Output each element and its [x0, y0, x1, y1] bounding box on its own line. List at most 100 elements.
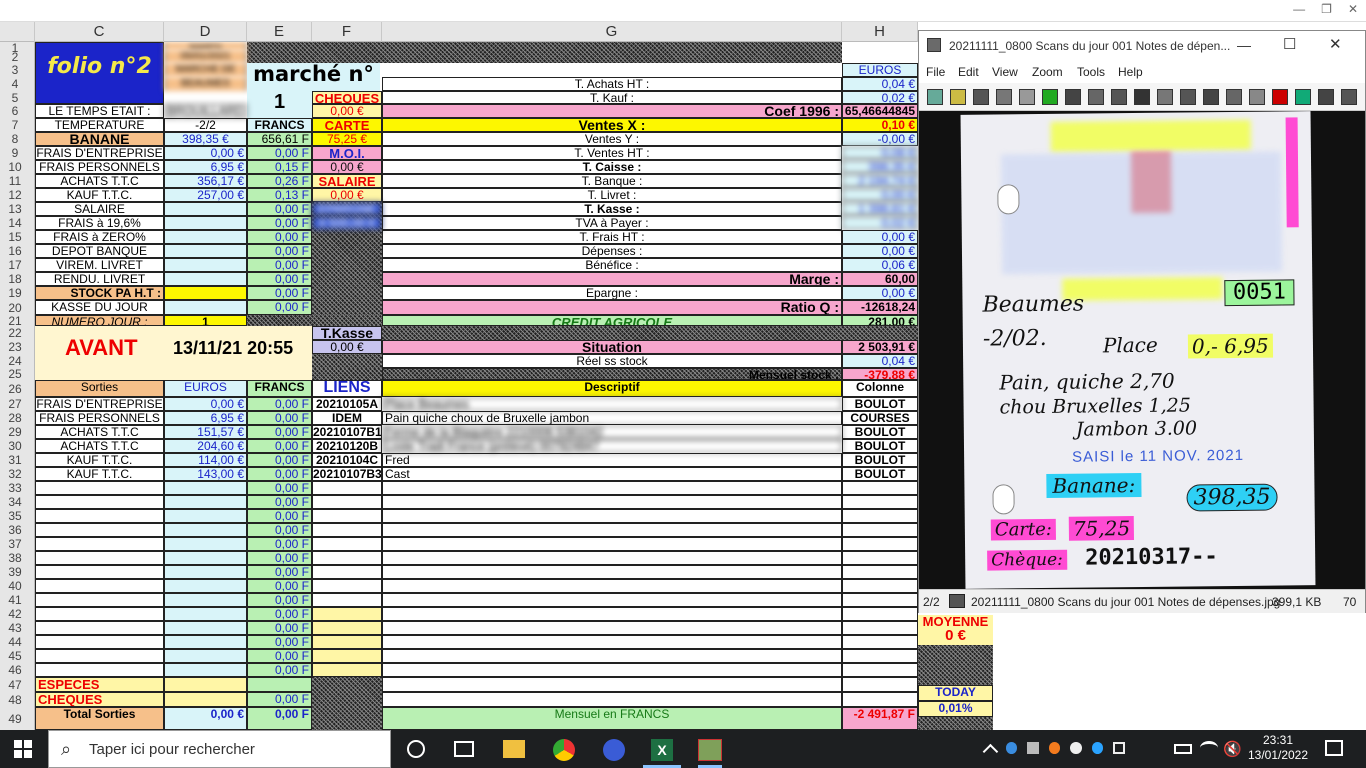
sorties-label[interactable] [35, 551, 164, 565]
row-header[interactable]: 49 [0, 713, 30, 725]
h-euros-header[interactable]: EUROS [842, 63, 918, 77]
battery-icon[interactable] [1174, 744, 1192, 754]
g-ventes_x-label[interactable]: Ventes X : [382, 118, 842, 132]
chrome-icon[interactable] [553, 739, 575, 761]
sorties-lien[interactable] [312, 495, 382, 509]
sorties-descriptif[interactable]: Fred [382, 453, 842, 467]
viewer-close-icon[interactable]: ✕ [1329, 35, 1342, 53]
tray-app-icon[interactable] [1070, 742, 1082, 754]
sorties-francs[interactable]: 0,00 F [247, 439, 312, 453]
sorties-label[interactable]: KAUF T.T.C. [35, 467, 164, 481]
row-header[interactable]: 16 [0, 245, 30, 257]
sorties-lien[interactable] [312, 621, 382, 635]
g-achats_ht-label[interactable]: T. Achats HT : [382, 77, 842, 91]
row-header[interactable]: 12 [0, 189, 30, 201]
sorties-euros[interactable] [164, 551, 247, 565]
sorties-lien[interactable] [312, 565, 382, 579]
f-cheques-label[interactable]: CHEQUES [312, 91, 382, 104]
sorties-descriptif[interactable] [382, 621, 842, 635]
toolbar-button-icon[interactable] [1295, 89, 1311, 105]
h-tva-value[interactable]: 0,02 € [842, 216, 918, 230]
h-frais_pro-value[interactable]: 0,00 € [842, 230, 918, 244]
sorties-descriptif[interactable] [382, 607, 842, 621]
row-header[interactable]: 13 [0, 203, 30, 215]
row-header[interactable]: 27 [0, 398, 30, 410]
temps-label[interactable]: LE TEMPS ETAIT : [35, 104, 164, 118]
sorties-colonne[interactable]: COURSES [842, 411, 918, 425]
sorties-colonne[interactable] [842, 481, 918, 495]
g-tva-label[interactable]: TVA à Payer : [382, 216, 842, 230]
left-row-francs[interactable]: 0,13 F [247, 188, 312, 202]
sorties-lien[interactable] [312, 537, 382, 551]
left-row-francs[interactable]: 0,15 F [247, 160, 312, 174]
sorties-euros[interactable]: 6,95 € [164, 411, 247, 425]
row-header[interactable]: 19 [0, 287, 30, 299]
viewer-maximize-icon[interactable]: ☐ [1283, 35, 1296, 53]
row-header[interactable]: 32 [0, 468, 30, 480]
sorties-euros[interactable]: 143,00 € [164, 467, 247, 481]
row-header[interactable]: 44 [0, 636, 30, 648]
especes-label[interactable]: ESPECES [35, 677, 164, 692]
g-blank-47[interactable] [382, 677, 842, 692]
row-header[interactable]: 26 [0, 383, 30, 395]
sorties-colonne[interactable] [842, 593, 918, 607]
sorties-descriptif[interactable] [382, 565, 842, 579]
row-header[interactable]: 24 [0, 355, 30, 367]
toolbar-button-icon[interactable] [1088, 89, 1104, 105]
left-row-label[interactable]: ACHATS T.T.C [35, 174, 164, 188]
sorties-colonne[interactable] [842, 579, 918, 593]
sorties-descriptif[interactable] [382, 663, 842, 677]
sorties-francs[interactable]: 0,00 F [247, 467, 312, 481]
row-header[interactable]: 6 [0, 105, 30, 117]
left-row-label[interactable]: FRAIS D'ENTREPRISE [35, 146, 164, 160]
f-carte-label[interactable]: CARTE [312, 118, 382, 132]
folio-title[interactable]: folio n°2 [35, 42, 164, 104]
sorties-lien[interactable]: 20210107B3 [312, 467, 382, 481]
left-row-label[interactable]: DEPOT BANQUE [35, 244, 164, 258]
stock-label[interactable]: STOCK PA H.T : [35, 286, 164, 300]
sorties-label[interactable]: KAUF T.T.C. [35, 453, 164, 467]
sorties-colonne[interactable] [842, 621, 918, 635]
row-header[interactable]: 14 [0, 217, 30, 229]
sorties-francs[interactable]: 0,00 F [247, 425, 312, 439]
sorties-francs[interactable]: 0,00 F [247, 411, 312, 425]
left-row-label[interactable]: KAUF T.T.C. [35, 188, 164, 202]
left-row-euros[interactable] [164, 272, 247, 286]
g-depenses-label[interactable]: Dépenses : [382, 244, 842, 258]
close-icon[interactable]: ✕ [1348, 2, 1358, 16]
menu-edit[interactable]: Edit [958, 65, 979, 79]
col-header-h[interactable]: H [842, 22, 918, 42]
g-epargne-label[interactable]: Epargne : [382, 286, 842, 300]
especes-francs[interactable] [247, 677, 312, 692]
sorties-francs[interactable]: 0,00 F [247, 635, 312, 649]
banane-label[interactable]: BANANE [35, 132, 164, 146]
sorties-francs[interactable]: 0,00 F [247, 565, 312, 579]
sorties-descriptif[interactable]: Cast [382, 467, 842, 481]
col-header-d[interactable]: D [164, 22, 247, 42]
bluetooth-icon[interactable] [1091, 742, 1104, 754]
sorties-colonne[interactable] [842, 523, 918, 537]
file-explorer-icon[interactable] [503, 740, 525, 758]
h-caisse-value[interactable]: 398,35 € [842, 160, 918, 174]
g-caisse-label[interactable]: T. Caisse : [382, 160, 842, 174]
wifi-icon[interactable] [1200, 741, 1218, 755]
g-banque-label[interactable]: T. Banque : [382, 174, 842, 188]
h-banque-value[interactable]: 2 194,74 € [842, 174, 918, 188]
row-header[interactable]: 42 [0, 608, 30, 620]
windows-start-icon[interactable] [14, 740, 32, 758]
toolbar-button-icon[interactable] [1042, 89, 1058, 105]
sorties-header[interactable]: Sorties [35, 380, 164, 397]
sorties-euros[interactable] [164, 509, 247, 523]
sorties-francs[interactable]: 0,00 F [247, 607, 312, 621]
sorties-euros[interactable]: 204,60 € [164, 439, 247, 453]
sorties-header[interactable]: Colonne [842, 380, 918, 397]
marche-label[interactable]: marché n° [247, 63, 380, 91]
sorties-label[interactable] [35, 579, 164, 593]
row-header[interactable]: 20 [0, 302, 30, 314]
row-header[interactable]: 29 [0, 426, 30, 438]
sorties-euros[interactable] [164, 621, 247, 635]
stock-francs[interactable]: 0,00 F [247, 286, 312, 300]
f-carte-value[interactable]: 75,25 € [312, 132, 382, 146]
row-header[interactable]: 22 [0, 327, 30, 339]
especes-euros[interactable] [164, 677, 247, 692]
